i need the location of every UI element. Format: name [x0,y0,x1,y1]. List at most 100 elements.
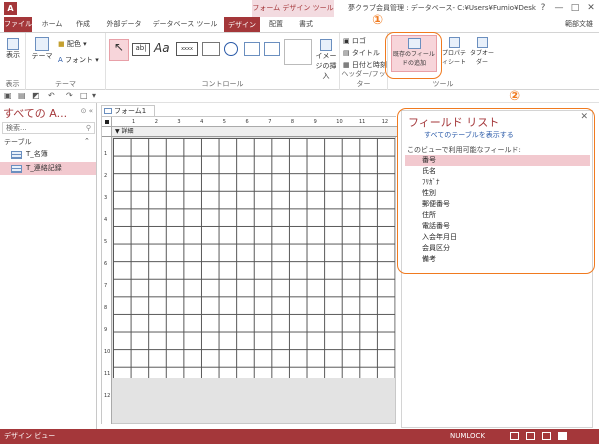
tab-arrange[interactable]: 配置 [262,17,290,32]
redo-icon[interactable]: ↷ [66,91,73,100]
ruler-tick: 1 [132,119,136,125]
annotation-box-field-list [397,108,595,274]
tab-control-button[interactable] [202,42,220,56]
document-tab-label: フォーム1 [114,107,147,115]
datasheet-view-icon[interactable] [526,432,535,440]
collapse-icon: ⌃ [84,137,90,145]
group-views: 表示 表示 [0,33,26,90]
form-view-icon[interactable] [510,432,519,440]
navigation-pane: すべての A... ⊙ « 検索... ⚲ テーブル ⌃ T_名簿 T_連絡記録 [0,103,97,429]
group-views-label: 表示 [5,80,20,88]
tab-home[interactable]: ホーム [38,17,66,32]
form-icon [104,108,112,114]
status-bar: デザイン ビュー NUMLOCK [0,429,599,444]
logo-icon: ▣ [343,37,350,45]
theme-icon [35,37,49,51]
nav-item-label: T_名簿 [26,150,48,158]
layout-view-icon[interactable] [542,432,551,440]
tab-design[interactable]: デザイン [224,17,260,32]
group-tools-label: ツール [432,80,454,88]
nav-item-table[interactable]: T_連絡記録 [0,162,96,175]
design-view-icon[interactable]: ◩ [32,91,40,100]
nav-section-tables[interactable]: テーブル ⌃ [4,137,90,147]
label-control-button[interactable]: Aa [154,41,170,55]
customize-qat-icon[interactable]: ▾ [92,91,96,100]
tab-create[interactable]: 作成 [68,17,98,32]
datetime-label: 日付と時刻 [351,61,387,69]
ribbon: 表示 表示 テーマ ■ 配色 ▾ A フォント ▾ テーマ ↖ ab| Aa x… [0,32,599,90]
insert-image-label: イメージの挿入 [315,52,337,80]
ruler-tick: 4 [104,217,108,223]
group-themes-label: テーマ [55,80,76,88]
undo-icon[interactable]: ↶ [48,91,55,100]
property-label: プロパティシート [441,50,466,66]
design-view-status-icon[interactable] [558,432,567,440]
form-selector[interactable] [102,117,112,127]
title-bar: A フォーム デザイン ツール 夢クラブ会員管理 : データベース- C:¥Us… [0,0,599,17]
ruler-tick: 12 [104,393,111,399]
detail-grid[interactable] [113,138,395,378]
vertical-ruler: 1 2 3 4 5 6 7 8 9 10 11 12 [102,137,112,424]
ruler-tick: 5 [222,119,226,125]
tab-database-tools[interactable]: データベース ツール [150,17,220,32]
ruler-tick: 6 [245,119,249,125]
tab-order-button[interactable]: タブオーダー [470,37,494,66]
button-control-button[interactable]: xxxx [176,42,198,56]
ruler-tick: 1 [104,151,108,157]
ruler-tick: 10 [104,349,111,355]
document-tab-form1[interactable]: フォーム1 [101,105,155,116]
theme-button[interactable]: テーマ [30,37,54,61]
nav-item-table[interactable]: T_名簿 [0,148,96,161]
tab-external-data[interactable]: 外部データ [102,17,146,32]
nav-pane-collapse-icon[interactable]: ⊙ « [81,107,93,115]
ruler-tick: 8 [104,305,108,311]
group-controls-label: コントロール [201,80,244,88]
fonts-label: フォント [65,56,94,64]
minimize-button[interactable]: — [551,0,567,17]
tab-order-label: タブオーダー [470,50,495,66]
web-browser-control-icon[interactable] [244,42,260,56]
group-header-footer: ▣ ロゴ ▤ タイトル ▦ 日付と時刻 ヘッダー/フッター [340,33,388,90]
nav-pane-title[interactable]: すべての A... [3,105,67,121]
ruler-tick: 4 [200,119,204,125]
select-control-button[interactable]: ↖ [109,39,129,61]
form-design-surface: 1 2 3 4 5 6 7 8 9 10 11 12 ▼ 詳細 1 2 3 4 5 6 7 8 9 10 11 12 [101,116,397,424]
close-button[interactable]: ✕ [583,0,599,17]
user-name[interactable]: 範部文雄 [565,17,593,32]
theme-label: テーマ [31,52,53,60]
nav-search-input[interactable]: 検索... ⚲ [2,122,95,134]
nav-section-label: テーブル [4,138,32,146]
textbox-control-button[interactable]: ab| [132,43,150,56]
new-document-icon[interactable]: □ [80,91,88,100]
insert-image-button[interactable]: イメージの挿入 [314,39,338,81]
detail-section-bar[interactable]: ▼ 詳細 [112,127,397,137]
hyperlink-control-icon[interactable] [224,42,238,56]
fonts-button[interactable]: A フォント ▾ [58,55,99,65]
property-sheet-button[interactable]: プロパティシート [441,37,467,66]
group-header-footer-label: ヘッダー/フッター [341,70,386,88]
annotation-box-add-fields [385,32,442,79]
maximize-button[interactable]: □ [567,0,583,17]
navigation-control-icon[interactable] [264,42,280,56]
detail-section-label: 詳細 [121,128,134,135]
form-view-icon[interactable]: ▤ [18,91,26,100]
controls-gallery[interactable] [284,39,312,65]
pointer-icon: ↖ [113,40,125,54]
view-button[interactable]: 表示 [3,38,23,60]
group-themes: テーマ ■ 配色 ▾ A フォント ▾ テーマ [26,33,106,90]
view-button-label: 表示 [6,51,20,59]
ruler-tick: 8 [290,119,295,125]
section-selector[interactable] [102,127,112,137]
title-button[interactable]: ▤ タイトル [343,48,380,58]
save-icon[interactable]: ▣ [4,91,12,100]
logo-button[interactable]: ▣ ロゴ [343,36,366,46]
help-button[interactable]: ? [535,0,551,17]
ruler-tick: 2 [104,173,108,179]
image-icon [320,39,332,51]
colors-button[interactable]: ■ 配色 ▾ [58,39,87,49]
view-icon [7,38,19,50]
tab-file[interactable]: ファイル [4,17,32,32]
search-icon: ⚲ [85,124,91,132]
tab-format[interactable]: 書式 [292,17,320,32]
access-app-icon[interactable]: A [4,2,17,15]
